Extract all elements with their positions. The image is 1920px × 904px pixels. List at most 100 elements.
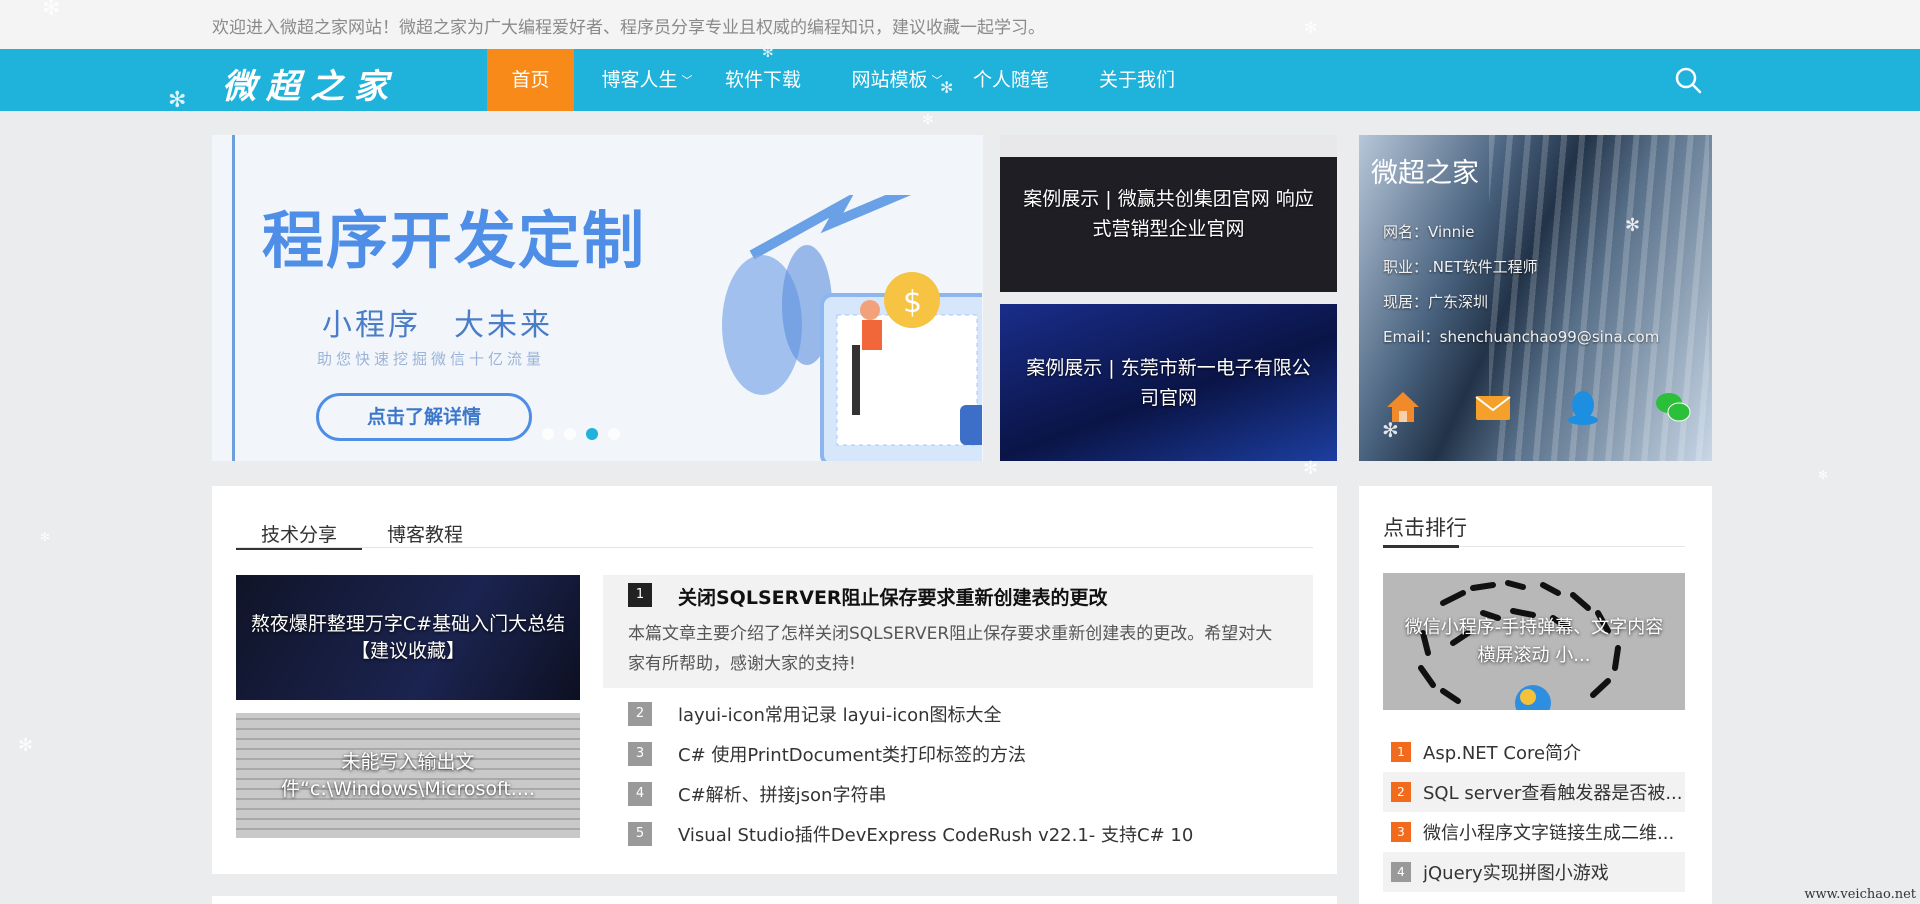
hero-illustration: $ [722,195,982,461]
rank-title[interactable]: SQL server查看触发器是否被... [1423,779,1685,805]
carousel-dot[interactable] [608,428,620,440]
profile-job: 职业：.NET软件工程师 [1383,258,1538,276]
article-rank-badge: 3 [628,742,652,766]
ranking-divider [1383,545,1685,548]
snowflake-icon: ✻ [168,88,187,113]
profile-nickname: 网名：Vinnie [1383,223,1475,241]
case-card-title: 案例展示 | 微赢共创集团官网 响应式营销型企业官网 [1023,187,1314,240]
nav-blog-life[interactable]: 博客人生 ﹀ [592,49,702,111]
nav-software-download-label: 软件下载 [724,69,801,91]
tab-blog-tutorial[interactable]: 博客教程 [362,520,488,550]
article-thumbnail[interactable]: 未能写入输出文件“c:\Windows\Microsoft.... [236,713,580,838]
snowflake-icon: ✻ [40,530,51,544]
top-welcome-bar: 欢迎进入微超之家网站！微超之家为广大编程爱好者、程序员分享专业且权威的编程知识，… [0,0,1920,49]
snowflake-icon: ✻ [922,112,934,128]
list-item[interactable]: 3 C# 使用PrintDocument类打印标签的方法 [628,734,1308,774]
list-item[interactable]: 1 Asp.NET Core简介 [1383,732,1685,772]
article-rank-badge: 4 [628,782,652,806]
nav-essays-label: 个人随笔 [972,69,1049,91]
rank-badge: 2 [1391,782,1411,802]
nav-templates[interactable]: 网站模板 ﹀ [842,49,952,111]
snowflake-icon: ✻ [42,0,61,21]
carousel-dot[interactable] [542,428,554,440]
search-icon[interactable] [1673,65,1703,95]
svg-text:$: $ [903,285,922,320]
article-panel: 技术分享 博客教程 熬夜爆肝整理万字C#基础入门大总结【建议收藏】 未能写入输出… [212,486,1337,874]
featured-article[interactable]: 1 关闭SQLSERVER阻止保存要求重新创建表的更改 本篇文章主要介绍了怎样关… [603,575,1313,688]
hero-cta-button[interactable]: 点击了解详情 [316,393,532,441]
rank-title[interactable]: Asp.NET Core简介 [1423,739,1685,765]
ranking-featured-image[interactable]: 微信小程序-手持弹幕、文字内容横屏滚动 小... [1383,573,1685,710]
list-item[interactable]: 5 Visual Studio插件DevExpress CodeRush v22… [628,814,1308,854]
profile-location: 现居：广东深圳 [1383,293,1489,311]
case-card[interactable]: 案例展示 | 微赢共创集团官网 响应式营销型企业官网 [1000,135,1337,292]
article-title[interactable]: C#解析、拼接json字符串 [678,781,886,807]
rank-badge: 1 [1391,742,1411,762]
rank-title[interactable]: 微信小程序文字链接生成二维... [1423,819,1685,845]
profile-name: 微超之家 [1371,158,1479,189]
snowflake-icon: ✻ [1303,458,1319,479]
list-item[interactable]: 4 jQuery实现拼图小游戏 [1383,852,1685,892]
profile-social-icons [1383,387,1693,427]
hero-divider [232,135,235,461]
thumbnail-caption: 未能写入输出文件“c:\Windows\Microsoft.... [281,750,535,800]
hero-headline: 程序开发定制 [262,204,647,277]
snowflake-icon: ✻ [1625,215,1641,236]
featured-article-desc: 本篇文章主要介绍了怎样关闭SQLSERVER阻止保存要求重新创建表的更改。希望对… [628,624,1273,674]
welcome-text: 欢迎进入微超之家网站！微超之家为广大编程爱好者、程序员分享专业且权威的编程知识，… [212,18,1045,38]
nav-home-label: 首页 [511,69,550,91]
ranking-list: 1 Asp.NET Core简介 2 SQL server查看触发器是否被...… [1383,732,1685,892]
article-rank-badge: 1 [628,583,652,607]
snowflake-icon: ✻ [1304,18,1318,37]
wechat-icon[interactable] [1653,387,1693,427]
featured-article-title[interactable]: 关闭SQLSERVER阻止保存要求重新创建表的更改 [678,583,1108,610]
site-logo[interactable]: 微超之家 [222,59,398,108]
chevron-down-icon: ﹀ [681,74,693,87]
profile-card: 微超之家 网名：Vinnie 职业：.NET软件工程师 现居：广东深圳 Emai… [1359,135,1712,461]
snowflake-icon: ✻ [762,45,774,61]
click-ranking-panel: 点击排行 微信小程序-手持弹幕、文字内容横屏滚动 小... 1 Asp.NET … [1359,486,1712,904]
mail-icon[interactable] [1473,387,1513,427]
nav-about[interactable]: 关于我们 [1092,49,1182,111]
carousel-dot-active[interactable] [586,428,598,440]
snowflake-icon: ✻ [1382,418,1399,442]
next-section-card [212,896,1337,904]
snowflake-icon: ✻ [18,735,34,756]
tab-tech-share[interactable]: 技术分享 [236,520,362,550]
list-item[interactable]: 2 SQL server查看触发器是否被... [1383,772,1685,812]
case-card-title: 案例展示 | 东莞市新一电子有限公司官网 [1026,356,1311,409]
article-title[interactable]: Visual Studio插件DevExpress CodeRush v22.1… [678,821,1193,847]
snowflake-icon: ✻ [940,78,954,97]
list-item[interactable]: 3 微信小程序文字链接生成二维... [1383,812,1685,852]
site-watermark: www.veichao.net [1804,887,1916,902]
article-rank-badge: 5 [628,822,652,846]
article-tabs: 技术分享 博客教程 [236,520,1313,550]
article-thumbnail[interactable]: 熬夜爆肝整理万字C#基础入门大总结【建议收藏】 [236,575,580,700]
qq-icon[interactable] [1563,387,1603,427]
article-title[interactable]: layui-icon常用记录 layui-icon图标大全 [678,701,1002,727]
hero-subline: 小程序 大未来 [322,308,553,343]
case-card[interactable]: 案例展示 | 东莞市新一电子有限公司官网 [1000,304,1337,461]
rank-title[interactable]: jQuery实现拼图小游戏 [1423,859,1685,885]
article-rank-badge: 2 [628,702,652,726]
carousel-dots [542,428,620,440]
carousel-dot[interactable] [564,428,576,440]
nav-about-label: 关于我们 [1098,69,1175,91]
nav-blog-life-label: 博客人生 [601,69,678,91]
nav-templates-label: 网站模板 [851,69,928,91]
nav-essays[interactable]: 个人随笔 [966,49,1056,111]
article-title[interactable]: C# 使用PrintDocument类打印标签的方法 [678,741,1026,767]
hero-carousel[interactable]: 程序开发定制 小程序 大未来 助您快速挖掘微信十亿流量 点击了解详情 $ [212,135,983,461]
snowflake-icon: ✻ [1818,468,1829,482]
hero-tagline: 助您快速挖掘微信十亿流量 [317,350,546,368]
ranking-featured-caption: 微信小程序-手持弹幕、文字内容横屏滚动 小... [1404,616,1664,666]
profile-email: Email：shenchuanchao99@sina.com [1383,328,1660,346]
list-item[interactable]: 4 C#解析、拼接json字符串 [628,774,1308,814]
article-list: 2 layui-icon常用记录 layui-icon图标大全 3 C# 使用P… [628,694,1308,854]
rank-badge: 3 [1391,822,1411,842]
list-item[interactable]: 2 layui-icon常用记录 layui-icon图标大全 [628,694,1308,734]
main-nav: 微超之家 首页 博客人生 ﹀ 软件下载 网站模板 ﹀ 个人随笔 关于我们 [0,49,1920,111]
nav-home[interactable]: 首页 [487,49,574,111]
rank-badge: 4 [1391,862,1411,882]
ranking-heading: 点击排行 [1383,516,1467,540]
